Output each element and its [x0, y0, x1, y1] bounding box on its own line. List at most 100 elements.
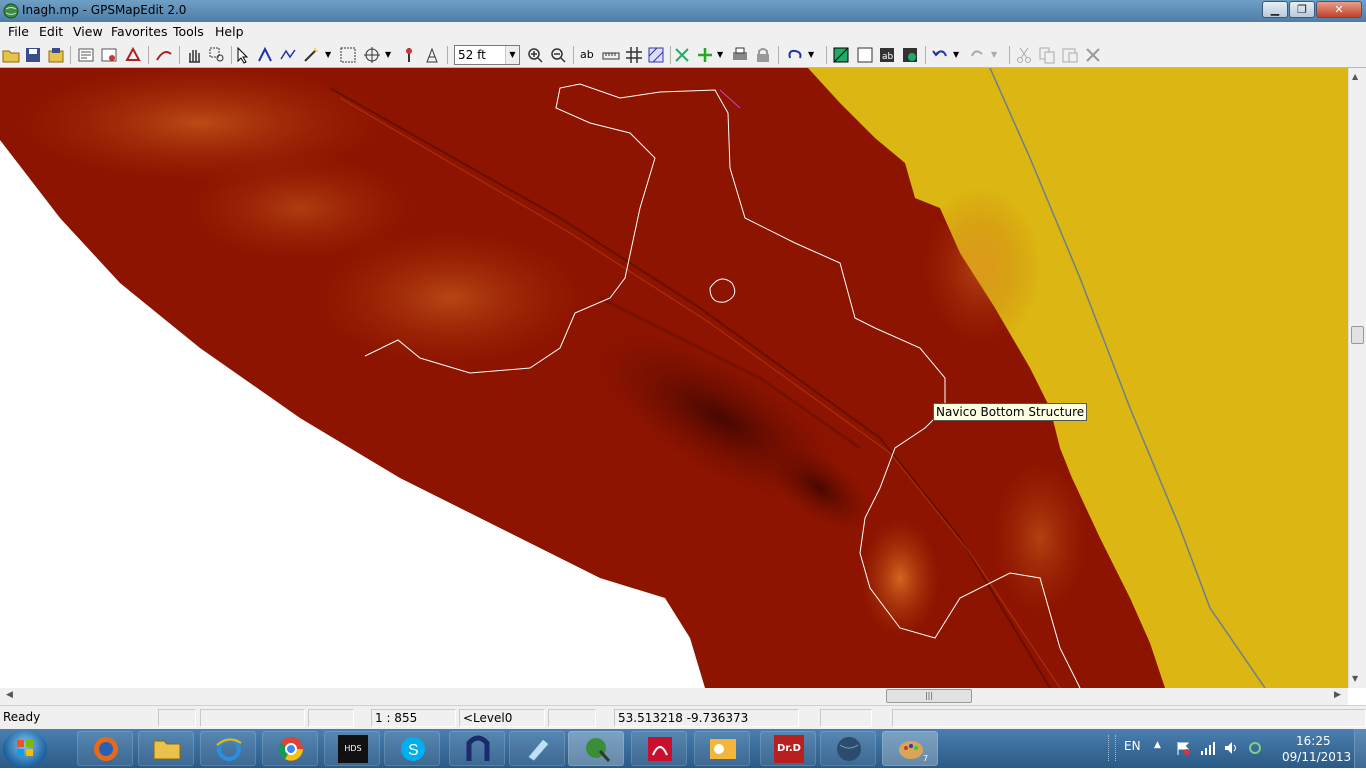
scroll-right-icon[interactable]: ▶: [1334, 690, 1341, 700]
tools-icon[interactable]: [423, 46, 441, 64]
taskbar-gpsmapedit[interactable]: [568, 731, 624, 766]
gpsmapedit-icon: [586, 738, 611, 763]
toolbar-separator: [231, 46, 232, 64]
volume-icon[interactable]: [1223, 740, 1239, 756]
pin-icon[interactable]: [400, 46, 418, 64]
close-button[interactable]: ✕: [1316, 1, 1362, 18]
vertical-scrollbar[interactable]: ▲ ▼: [1348, 68, 1366, 688]
hand-pan-icon[interactable]: [185, 46, 203, 64]
menu-edit[interactable]: Edit: [39, 24, 63, 39]
taskbar-firefox[interactable]: [77, 731, 133, 766]
labels-icon[interactable]: ab: [580, 46, 598, 64]
copy-icon[interactable]: [1038, 46, 1056, 64]
acrobat-icon: [648, 737, 672, 761]
taskbar-hds[interactable]: HDS: [324, 731, 380, 766]
vertical-scroll-thumb[interactable]: [1351, 326, 1364, 344]
lock-icon[interactable]: [754, 46, 772, 64]
save-icon[interactable]: [24, 46, 42, 64]
delete-icon[interactable]: [1084, 46, 1102, 64]
restore-button[interactable]: ❐: [1289, 1, 1315, 18]
chevron-down-icon[interactable]: ▼: [991, 46, 1009, 64]
toolbar-separator: [778, 46, 779, 64]
show-hidden-icons-icon[interactable]: ▲: [1154, 740, 1161, 750]
menu-view[interactable]: View: [73, 24, 103, 39]
menu-bar: File Edit View Favorites Tools Help: [0, 22, 1366, 42]
map-object-tooltip: Navico Bottom Structure: [933, 403, 1088, 421]
chevron-down-icon[interactable]: ▼: [505, 46, 519, 64]
save-as-icon[interactable]: [47, 46, 65, 64]
nodes-icon[interactable]: [673, 46, 691, 64]
taskbar-globe[interactable]: [820, 731, 876, 766]
menu-file[interactable]: File: [8, 24, 29, 39]
route-icon[interactable]: [155, 46, 173, 64]
horizontal-scroll-thumb[interactable]: |||: [886, 689, 972, 703]
scroll-left-icon[interactable]: ◀: [6, 690, 13, 700]
raster-map-icon[interactable]: [832, 46, 850, 64]
minimize-button[interactable]: ▁: [1262, 1, 1288, 18]
undo-icon[interactable]: [931, 46, 949, 64]
move-icon[interactable]: [363, 46, 381, 64]
scroll-down-icon[interactable]: ▼: [1352, 674, 1358, 683]
layers-icon[interactable]: ab: [878, 46, 896, 64]
select-area-icon[interactable]: [339, 46, 357, 64]
horizontal-scrollbar[interactable]: ◀ ||| ▶: [0, 688, 1348, 705]
ruler-icon[interactable]: [602, 46, 620, 64]
start-button[interactable]: [3, 730, 47, 768]
taskbar-chrome[interactable]: [262, 731, 318, 766]
zoom-level-value: 52 ft: [458, 48, 486, 62]
magic-wand-icon[interactable]: [302, 46, 320, 64]
toolbar: ▼ ▼ 52 ft ▼ ab ▼ ▼ ab ▼ ▼: [0, 42, 1366, 68]
status-coordinates: 53.513218 -9.736373: [614, 709, 799, 727]
blank-map-icon[interactable]: [856, 46, 874, 64]
hatch-icon[interactable]: [647, 46, 665, 64]
taskbar-drd[interactable]: Dr.D: [760, 731, 816, 766]
action-center-flag-icon[interactable]: [1175, 740, 1191, 756]
polyline-icon[interactable]: [279, 46, 297, 64]
zoom-out-icon[interactable]: [549, 46, 567, 64]
edit-nodes-icon[interactable]: [256, 46, 274, 64]
taskbar-acrobat[interactable]: [631, 731, 687, 766]
zoom-rect-icon[interactable]: [208, 46, 226, 64]
toolbar-separator: [70, 46, 71, 64]
map-properties-icon[interactable]: [100, 46, 118, 64]
clock-date[interactable]: 09/11/2013: [1282, 750, 1351, 764]
taskbar-ie[interactable]: [200, 731, 256, 766]
menu-tools[interactable]: Tools: [173, 24, 204, 39]
show-desktop-button[interactable]: [1354, 729, 1366, 768]
clock-time[interactable]: 16:25: [1296, 734, 1331, 748]
cut-icon[interactable]: [1015, 46, 1033, 64]
status-level: <Level0: [459, 709, 545, 727]
skype-icon: S: [401, 737, 425, 761]
print-icon[interactable]: [731, 46, 749, 64]
gps-icon[interactable]: [124, 46, 142, 64]
waypoint-icon[interactable]: [901, 46, 919, 64]
toolbar-separator: [925, 46, 926, 64]
map-canvas[interactable]: Navico Bottom Structure: [0, 68, 1350, 688]
zoom-in-icon[interactable]: [526, 46, 544, 64]
add-node-icon[interactable]: [696, 46, 714, 64]
taskbar-outlook[interactable]: [694, 731, 750, 766]
select-arrow-icon[interactable]: [234, 46, 252, 64]
redo-icon[interactable]: [969, 46, 987, 64]
taskbar-app-n[interactable]: [449, 731, 505, 766]
language-indicator[interactable]: EN: [1124, 739, 1141, 753]
taskbar-explorer[interactable]: [138, 731, 194, 766]
taskbar-paint[interactable]: 7: [882, 731, 938, 766]
zoom-level-select[interactable]: 52 ft ▼: [454, 45, 520, 65]
link-icon[interactable]: [786, 46, 804, 64]
open-folder-icon[interactable]: [2, 46, 20, 64]
chevron-down-icon[interactable]: ▼: [808, 46, 826, 64]
paste-icon[interactable]: [1061, 46, 1079, 64]
sync-icon[interactable]: [1247, 740, 1263, 756]
map-drawing[interactable]: [0, 68, 1350, 688]
status-pane-empty: [200, 709, 305, 727]
grid-icon[interactable]: [625, 46, 643, 64]
scroll-up-icon[interactable]: ▲: [1352, 72, 1358, 81]
properties-icon[interactable]: [77, 46, 95, 64]
network-signal-icon[interactable]: [1200, 740, 1216, 756]
taskbar-gripper: [1108, 735, 1116, 761]
menu-help[interactable]: Help: [215, 24, 244, 39]
menu-favorites[interactable]: Favorites: [111, 24, 167, 39]
taskbar-notepad[interactable]: [509, 731, 565, 766]
taskbar-skype[interactable]: S: [384, 731, 440, 766]
